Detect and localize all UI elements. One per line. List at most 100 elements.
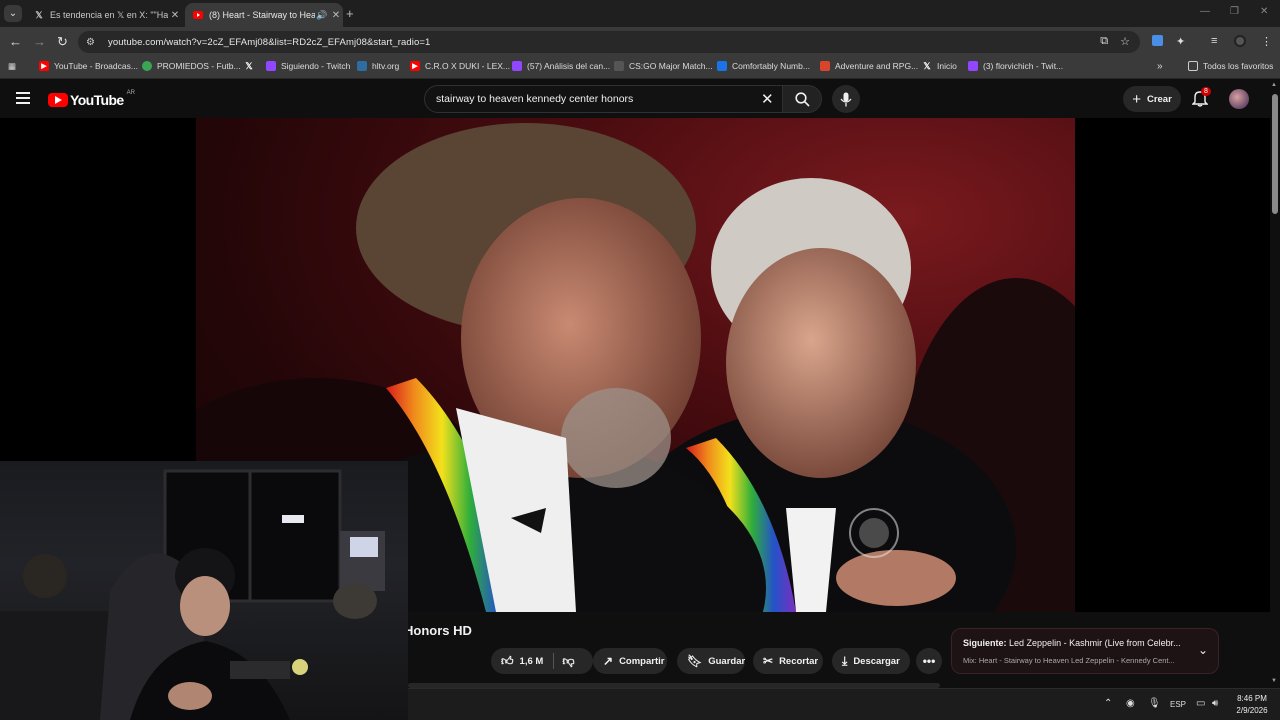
bookmark-promiedos[interactable]: PROMIEDOS - Futb... (142, 61, 241, 71)
tab-search-button[interactable]: ⌄ (4, 5, 22, 22)
scissors-icon: ✂ (763, 654, 774, 668)
logo-text: YouTube (70, 92, 124, 108)
bookmark-csgo-major[interactable]: CS:GO Major Match... (614, 61, 713, 71)
microphone-icon[interactable]: 🎙︎ (1148, 698, 1161, 709)
bookmark-label: Inicio (937, 61, 957, 71)
search-button[interactable] (782, 85, 822, 113)
apps-grid-icon[interactable]: ▦ (8, 61, 16, 72)
more-horizontal-icon: ••• (922, 654, 936, 668)
scroll-down-arrow-icon[interactable]: ▼ (1271, 678, 1277, 684)
media-control-icon[interactable]: ≡ (1211, 35, 1217, 47)
bookmark-label: hltv.org (372, 61, 400, 71)
reload-icon[interactable]: ↻ (57, 34, 68, 50)
save-button[interactable]: 🔖︎ Guardar (677, 648, 745, 674)
bookmark-comfortably-numb[interactable]: Comfortably Numb... (717, 61, 810, 71)
like-dislike-group: 👍︎ 1,6 M 👎︎ (491, 648, 593, 674)
extensions-puzzle-icon[interactable]: ✦ (1176, 35, 1185, 48)
search-query-text: stairway to heaven kennedy center honors (436, 93, 634, 105)
youtube-header: YouTube AR stairway to heaven kennedy ce… (0, 80, 1270, 118)
divider (553, 653, 555, 669)
bookmark-youtube-broadcast[interactable]: ▶ YouTube - Broadcas... (39, 61, 138, 71)
share-label: Compartir (619, 655, 665, 667)
menu-hamburger-icon[interactable] (16, 92, 30, 104)
screen: ⌄ 𝕏 Es tendencia en 𝕏 en X: ""Harry ✕ (8… (0, 0, 1280, 720)
youtube-logo[interactable]: YouTube AR (48, 90, 135, 108)
up-next-prefix: Siguiente: (963, 638, 1007, 648)
more-bookmarks-icon[interactable]: » (1157, 61, 1163, 72)
bookmark-label: PROMIEDOS - Futb... (157, 61, 241, 71)
back-icon[interactable]: ← (9, 34, 22, 49)
avatar[interactable] (1229, 89, 1249, 109)
dislike-icon[interactable]: 👎︎ (562, 654, 574, 669)
clip-button[interactable]: ✂ Recortar (753, 648, 823, 674)
bookmark-star-icon[interactable]: ☆ (1120, 35, 1130, 48)
page-scrollbar[interactable]: ▲ ▼ (1270, 80, 1280, 688)
site-info-icon[interactable]: ⚙ (86, 37, 104, 48)
share-button[interactable]: ↗ Compartir (593, 648, 667, 674)
webcam-image (0, 469, 385, 720)
plus-icon: + (1132, 90, 1141, 108)
doc-icon (717, 61, 727, 71)
more-actions-button[interactable]: ••• (916, 648, 942, 674)
bookmark-label: C.R.O X DUKI - LEX... (425, 61, 511, 71)
window-close-icon[interactable]: ✕ (1260, 6, 1268, 17)
like-icon[interactable]: 👍︎ (501, 654, 514, 669)
browser-tab-strip: ⌄ 𝕏 Es tendencia en 𝕏 en X: ""Harry ✕ (8… (0, 0, 1280, 27)
scroll-up-arrow-icon[interactable]: ▲ (1271, 82, 1277, 88)
all-bookmarks-folder[interactable]: Todos los favoritos (1188, 61, 1273, 71)
bookmark-florvichich[interactable]: (3) florvichich - Twit... (968, 61, 1063, 71)
bookmark-analisis[interactable]: (57) Análisis del can... (512, 61, 610, 71)
bookmark-inicio[interactable]: 𝕏 Inicio (922, 60, 957, 72)
x-icon: 𝕏 (923, 60, 931, 71)
like-count[interactable]: 1,6 M (520, 656, 544, 667)
browser-menu-icon[interactable]: ⋮ (1261, 35, 1272, 48)
bookmark-hltv[interactable]: hltv.org (357, 61, 399, 71)
hltv-icon (357, 61, 367, 71)
bookmark-label: YouTube - Broadcas... (54, 61, 138, 71)
system-clock[interactable]: 8:46 PM 2/9/2026 (1230, 693, 1274, 717)
share-icon: ↗ (603, 654, 614, 668)
bookmark-adventure-rpg[interactable]: Adventure and RPG... (820, 61, 918, 71)
address-bar[interactable]: ⚙ youtube.com/watch?v=2cZ_EFAmj08&list=R… (78, 31, 1140, 53)
profile-icon[interactable] (1234, 35, 1246, 50)
scrollbar-thumb[interactable] (1272, 94, 1278, 214)
minimize-icon[interactable]: — (1200, 6, 1210, 17)
create-label: Crear (1146, 93, 1172, 105)
bookmark-twitch-following[interactable]: Siguiendo - Twitch (266, 61, 350, 71)
tab-youtube-heart[interactable]: (8) Heart - Stairway to Heav 🔊 ✕ (185, 3, 343, 27)
speaker-icon[interactable]: 🔊 (315, 10, 329, 21)
install-app-icon[interactable]: ⧉ (1100, 35, 1108, 48)
close-icon[interactable]: ✕ (168, 10, 182, 21)
bookmark-label: Comfortably Numb... (732, 61, 810, 71)
folder-icon (1188, 61, 1198, 71)
chevron-down-icon[interactable]: ⌄ (1198, 643, 1208, 657)
create-button[interactable]: + Crear (1123, 86, 1181, 112)
tray-overflow-icon[interactable]: ⌃ (1104, 698, 1112, 709)
bookmark-x[interactable]: 𝕏 (244, 61, 259, 71)
voice-search-button[interactable] (832, 85, 860, 113)
notifications-button[interactable]: 8 (1191, 87, 1211, 108)
maximize-icon[interactable]: ❐ (1230, 6, 1239, 17)
tab-title: Es tendencia en 𝕏 en X: ""Harry (50, 9, 168, 20)
up-next-card[interactable]: Siguiente: Led Zeppelin - Kashmir (Live … (951, 628, 1219, 674)
network-icon[interactable]: ▭ (1196, 698, 1205, 709)
x-icon: 𝕏 (35, 9, 43, 20)
bookmark-label: (3) florvichich - Twit... (983, 61, 1064, 71)
language-indicator[interactable]: ESP (1170, 700, 1186, 709)
extension-icon[interactable] (1152, 35, 1163, 49)
bookmark-cro-duki[interactable]: ▶ C.R.O X DUKI - LEX... (410, 61, 510, 71)
forward-icon[interactable]: → (33, 34, 46, 49)
webcam-overlay (0, 461, 408, 720)
bookmark-label: CS:GO Major Match... (629, 61, 713, 71)
close-icon[interactable]: ✕ (329, 10, 343, 21)
volume-icon[interactable]: 🔊︎ (1212, 698, 1218, 709)
steam-icon[interactable]: ◉ (1126, 698, 1135, 709)
promiedos-icon (142, 61, 152, 71)
up-next-mix: Mix: Heart - Stairway to Heaven Led Zepp… (963, 656, 1175, 665)
download-button[interactable]: ⤓ Descargar (832, 648, 910, 674)
new-tab-button[interactable]: + (346, 6, 354, 21)
search-input[interactable]: stairway to heaven kennedy center honors… (424, 85, 788, 113)
tab-x-trending[interactable]: 𝕏 Es tendencia en 𝕏 en X: ""Harry ✕ (26, 3, 182, 27)
tab-title: (8) Heart - Stairway to Heav (209, 10, 315, 20)
clip-label: Recortar (779, 655, 819, 667)
